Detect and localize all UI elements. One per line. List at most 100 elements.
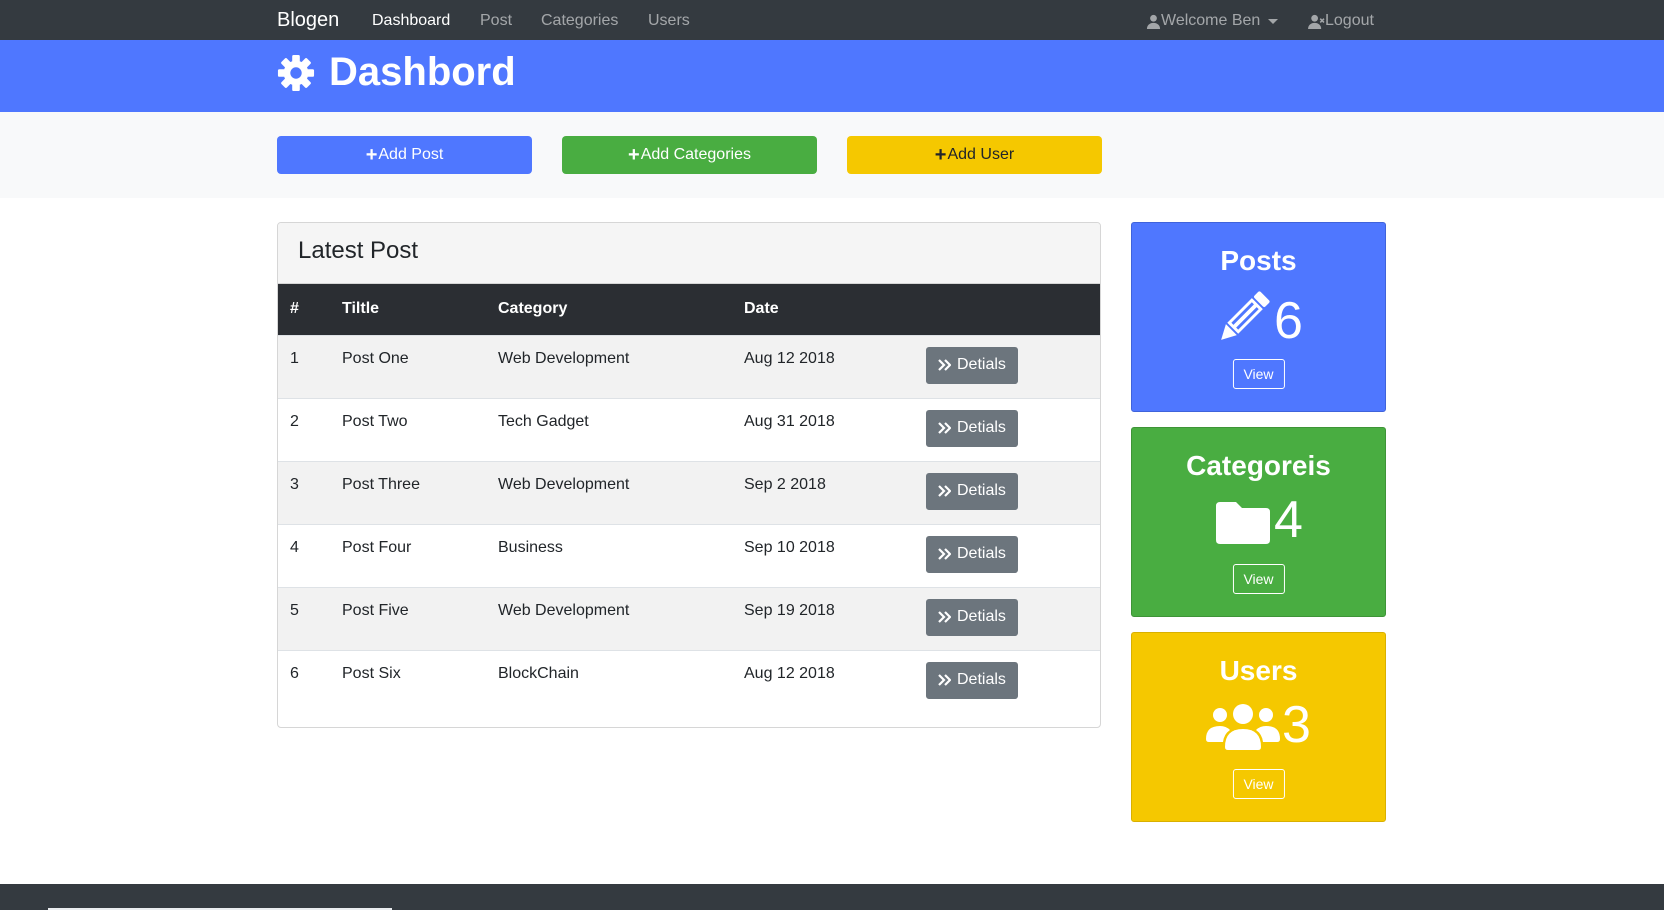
users-stat-title: Users bbox=[1219, 655, 1298, 686]
details-label: Detials bbox=[957, 356, 1006, 373]
posts-table: # Tiltle Category Date 1 Post One Web De… bbox=[278, 284, 1100, 713]
users-stat-value: 3 bbox=[1132, 699, 1385, 751]
cell-category: Web Development bbox=[498, 349, 630, 367]
cell-title: Post Five bbox=[342, 601, 409, 619]
welcome-label: Welcome Ben bbox=[1161, 12, 1261, 29]
add-user-label: Add User bbox=[947, 146, 1015, 163]
categories-view-button[interactable]: View bbox=[1232, 564, 1285, 594]
caret-down-icon bbox=[1268, 18, 1279, 24]
double-chevron-right-icon bbox=[938, 674, 951, 686]
cell-category: BlockChain bbox=[498, 664, 579, 682]
details-button[interactable]: Detials bbox=[926, 535, 1018, 573]
details-button[interactable]: Detials bbox=[926, 472, 1018, 510]
logout-link[interactable]: Logout bbox=[1308, 12, 1374, 30]
plus-icon: + bbox=[365, 144, 378, 166]
cell-num: 5 bbox=[290, 601, 299, 619]
cell-category: Web Development bbox=[498, 475, 630, 493]
column-header-num: # bbox=[290, 300, 299, 318]
table-row: 2 Post Two Tech Gadget Aug 31 2018 Detia… bbox=[278, 398, 1100, 461]
cell-category: Business bbox=[498, 538, 563, 556]
welcome-dropdown[interactable]: Welcome Ben bbox=[1146, 12, 1279, 30]
double-chevron-right-icon bbox=[938, 422, 951, 434]
cell-date: Sep 19 2018 bbox=[744, 601, 835, 619]
cell-action: Detials bbox=[914, 335, 1100, 398]
cell-num: 2 bbox=[290, 412, 299, 430]
categories-stat-card: Categoreis 4 View bbox=[1131, 427, 1386, 617]
top-navbar: Blogen Dashboard Post Categories Users W… bbox=[0, 0, 1664, 40]
categories-stat-value: 4 bbox=[1132, 494, 1385, 546]
user-icon bbox=[1146, 14, 1161, 29]
cell-title: Post Four bbox=[342, 538, 412, 556]
posts-count: 6 bbox=[1274, 292, 1303, 350]
cell-title: Post One bbox=[342, 349, 409, 367]
cell-date: Aug 31 2018 bbox=[744, 412, 835, 430]
double-chevron-right-icon bbox=[938, 485, 951, 497]
posts-view-button[interactable]: View bbox=[1232, 359, 1285, 389]
cell-action: Detials bbox=[914, 524, 1100, 587]
nav-link-dashboard[interactable]: Dashboard bbox=[372, 12, 450, 30]
details-label: Detials bbox=[957, 608, 1006, 625]
table-row: 6 Post Six BlockChain Aug 12 2018 Detial… bbox=[278, 650, 1100, 713]
cell-date: Sep 10 2018 bbox=[744, 538, 835, 556]
cell-action: Detials bbox=[914, 587, 1100, 650]
add-categories-button[interactable]: + Add Categories bbox=[562, 136, 817, 174]
users-view-button[interactable]: View bbox=[1232, 769, 1285, 799]
users-stat-card: Users 3 View bbox=[1131, 632, 1386, 822]
double-chevron-right-icon bbox=[938, 359, 951, 371]
user-times-icon bbox=[1308, 14, 1325, 29]
categories-count: 4 bbox=[1274, 491, 1303, 549]
nav-link-categories[interactable]: Categories bbox=[541, 12, 618, 30]
cell-title: Post Three bbox=[342, 475, 420, 493]
details-button[interactable]: Detials bbox=[926, 409, 1018, 447]
add-user-button[interactable]: + Add User bbox=[847, 136, 1102, 174]
brand-logo[interactable]: Blogen bbox=[277, 9, 339, 32]
pencil-icon bbox=[1221, 291, 1270, 340]
column-header-title: Tiltle bbox=[342, 300, 380, 318]
cell-action: Detials bbox=[914, 398, 1100, 461]
cell-category: Tech Gadget bbox=[498, 412, 589, 430]
latest-post-card: Latest Post # Tiltle Category Date 1 Pos… bbox=[277, 222, 1101, 728]
posts-stat-title: Posts bbox=[1220, 245, 1297, 276]
users-count: 3 bbox=[1282, 696, 1311, 754]
users-icon bbox=[1206, 704, 1281, 750]
details-label: Detials bbox=[957, 419, 1006, 436]
add-post-button[interactable]: + Add Post bbox=[277, 136, 532, 174]
posts-stat-card: Posts 6 View bbox=[1131, 222, 1386, 412]
action-bar: + Add Post + Add Categories + Add User bbox=[0, 112, 1664, 198]
cell-title: Post Two bbox=[342, 412, 408, 430]
card-title: Latest Post bbox=[278, 223, 1100, 284]
posts-stat-value: 6 bbox=[1132, 289, 1385, 347]
table-row: 5 Post Five Web Development Sep 19 2018 … bbox=[278, 587, 1100, 650]
table-row: 4 Post Four Business Sep 10 2018 Detials bbox=[278, 524, 1100, 587]
double-chevron-right-icon bbox=[938, 611, 951, 623]
details-button[interactable]: Detials bbox=[926, 661, 1018, 699]
details-label: Detials bbox=[957, 671, 1006, 688]
details-label: Detials bbox=[957, 482, 1006, 499]
logout-label: Logout bbox=[1325, 12, 1374, 29]
plus-icon: + bbox=[934, 144, 947, 166]
cell-action: Detials bbox=[914, 650, 1100, 713]
cell-date: Aug 12 2018 bbox=[744, 664, 835, 682]
details-button[interactable]: Detials bbox=[926, 346, 1018, 384]
column-header-date: Date bbox=[744, 300, 779, 318]
cell-category: Web Development bbox=[498, 601, 630, 619]
table-row: 1 Post One Web Development Aug 12 2018 D… bbox=[278, 335, 1100, 398]
categories-stat-title: Categoreis bbox=[1186, 450, 1331, 481]
add-post-label: Add Post bbox=[378, 146, 444, 163]
nav-link-post[interactable]: Post bbox=[480, 12, 512, 30]
details-label: Detials bbox=[957, 545, 1006, 562]
cell-date: Sep 2 2018 bbox=[744, 475, 826, 493]
column-header-category: Category bbox=[498, 300, 568, 318]
footer bbox=[0, 884, 1664, 910]
gear-icon bbox=[277, 54, 315, 91]
add-categories-label: Add Categories bbox=[640, 146, 751, 163]
page-title-text: Dashbord bbox=[329, 50, 516, 94]
details-button[interactable]: Detials bbox=[926, 598, 1018, 636]
table-row: 3 Post Three Web Development Sep 2 2018 … bbox=[278, 461, 1100, 524]
nav-link-users[interactable]: Users bbox=[648, 12, 690, 30]
table-header-row: # Tiltle Category Date bbox=[278, 284, 1100, 335]
cell-num: 1 bbox=[290, 349, 299, 367]
page-title: Dashbord bbox=[277, 50, 516, 95]
cell-date: Aug 12 2018 bbox=[744, 349, 835, 367]
cell-num: 3 bbox=[290, 475, 299, 493]
